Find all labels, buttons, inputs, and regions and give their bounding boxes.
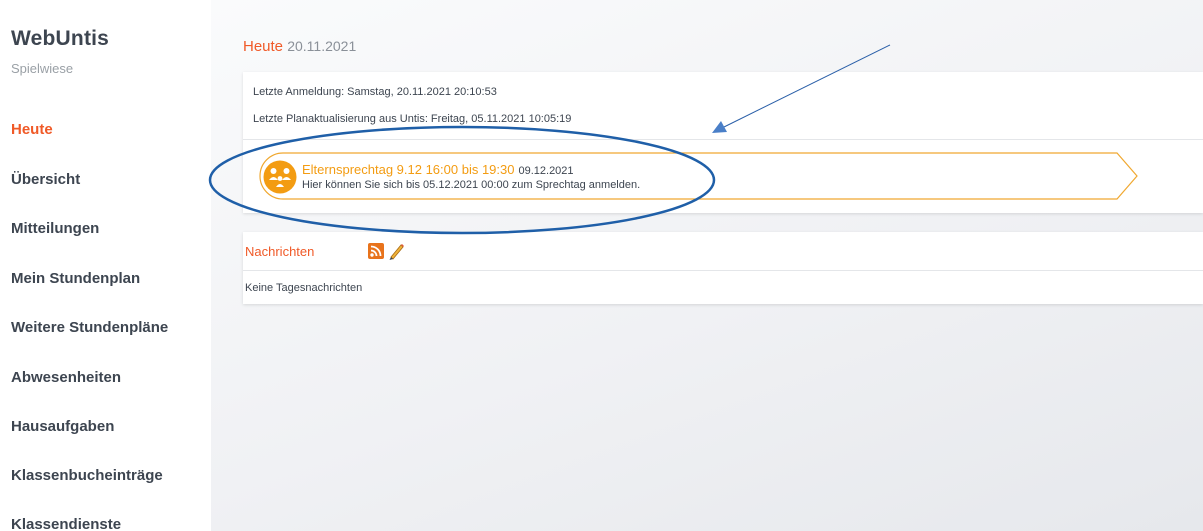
webuntis-app: WebUntis Spielwiese Heute Übersicht Mitt… bbox=[0, 0, 1203, 531]
event-date: 09.12.2021 bbox=[518, 165, 574, 177]
sidebar-item-mein-stundenplan[interactable]: Mein Stundenplan bbox=[11, 270, 140, 287]
news-title: Nachrichten bbox=[245, 244, 315, 259]
info-divider bbox=[243, 139, 1203, 140]
brand-logo[interactable]: WebUntis bbox=[11, 27, 109, 51]
today-info-card: Letzte Anmeldung: Samstag, 20.11.2021 20… bbox=[243, 72, 1203, 213]
pencil-icon[interactable] bbox=[388, 242, 404, 260]
page-title: Heute 20.11.2021 bbox=[243, 38, 356, 55]
parents-meeting-icon bbox=[263, 160, 297, 194]
school-name: Spielwiese bbox=[11, 61, 74, 76]
main-content: Heute 20.11.2021 Letzte Anmeldung: Samst… bbox=[211, 0, 1203, 531]
rss-icon[interactable] bbox=[368, 243, 384, 259]
news-empty-text: Keine Tagesnachrichten bbox=[245, 282, 363, 294]
event-title[interactable]: Elternsprechtag 9.12 16:00 bis 19:30 09.1… bbox=[302, 162, 574, 177]
sidebar-item-klassenbucheintraege[interactable]: Klassenbucheinträge bbox=[11, 467, 163, 484]
page-title-date: 20.11.2021 bbox=[287, 38, 357, 54]
sidebar-item-hausaufgaben[interactable]: Hausaufgaben bbox=[11, 418, 114, 435]
sidebar-item-klassendienste[interactable]: Klassendienste bbox=[11, 516, 121, 531]
news-card: Nachrichten Keine Tagesnachrichten bbox=[243, 232, 1203, 304]
sidebar-item-weitere-stundenplaene[interactable]: Weitere Stundenpläne bbox=[11, 319, 168, 336]
last-update-text: Letzte Planaktualisierung aus Untis: Fre… bbox=[253, 113, 572, 125]
event-description: Hier können Sie sich bis 05.12.2021 00:0… bbox=[302, 179, 641, 191]
sidebar-item-mitteilungen[interactable]: Mitteilungen bbox=[11, 220, 99, 237]
page-title-label: Heute bbox=[243, 38, 284, 55]
news-header: Nachrichten bbox=[243, 232, 1203, 271]
sidebar-item-abwesenheiten[interactable]: Abwesenheiten bbox=[11, 369, 121, 386]
sidebar: WebUntis Spielwiese Heute Übersicht Mitt… bbox=[0, 0, 211, 531]
sidebar-item-uebersicht[interactable]: Übersicht bbox=[11, 171, 80, 188]
last-login-text: Letzte Anmeldung: Samstag, 20.11.2021 20… bbox=[253, 86, 497, 98]
sidebar-item-heute[interactable]: Heute bbox=[11, 121, 53, 138]
event-title-text: Elternsprechtag 9.12 16:00 bis 19:30 bbox=[302, 162, 515, 177]
event-banner[interactable]: Elternsprechtag 9.12 16:00 bis 19:30 09.1… bbox=[259, 152, 1139, 200]
